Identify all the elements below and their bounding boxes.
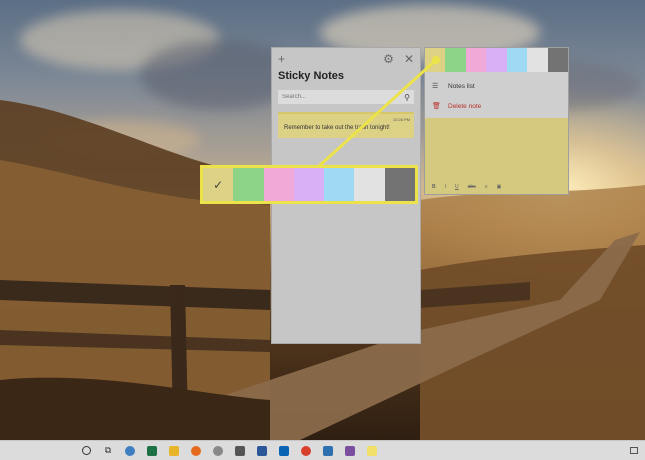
callout-swatch-blue	[324, 168, 355, 201]
app-title: Sticky Notes	[278, 70, 345, 82]
photos-icon[interactable]	[229, 442, 251, 460]
note-menu: ☰ Notes list 🗑 Delete note	[425, 72, 568, 118]
format-toolbar: B I U abc ≡ ▣	[425, 181, 568, 192]
firefox-icon[interactable]	[185, 442, 207, 460]
color-swatch-gray[interactable]	[527, 48, 548, 72]
bullets-icon[interactable]: ≡	[485, 184, 488, 190]
taskbar: ⧉	[0, 440, 645, 460]
menu-item-delete-note[interactable]: 🗑 Delete note	[425, 96, 568, 116]
strikethrough-icon[interactable]: abc	[468, 184, 476, 190]
callout-swatch-green	[233, 168, 264, 201]
sticky-note-window: ✓ ☰ Notes list 🗑 Delete note B I U abc ≡…	[424, 47, 569, 195]
sticky-notes-icon[interactable]	[361, 442, 383, 460]
color-callout: ✓	[200, 165, 418, 204]
note-timestamp: 10:28 PM	[392, 117, 410, 122]
color-swatch-charcoal[interactable]	[547, 48, 568, 72]
cortana-icon[interactable]	[75, 442, 97, 460]
color-picker-row: ✓	[425, 48, 568, 72]
chrome-icon[interactable]	[295, 442, 317, 460]
menu-item-label: Delete note	[448, 102, 482, 110]
search-icon[interactable]: ⚲	[404, 93, 410, 102]
color-swatch-blue[interactable]	[506, 48, 528, 72]
check-icon: ✓	[431, 54, 439, 65]
callout-swatch-pink	[263, 168, 294, 201]
callout-swatch-gray	[354, 168, 385, 201]
check-icon: ✓	[213, 177, 224, 192]
image-icon[interactable]: ▣	[497, 184, 502, 190]
gear-icon[interactable]: ⚙	[383, 52, 394, 66]
callout-swatch-charcoal	[384, 168, 415, 201]
word-icon[interactable]	[251, 442, 273, 460]
color-swatch-pink[interactable]	[465, 48, 487, 72]
outlook-icon[interactable]	[273, 442, 295, 460]
task-view-icon[interactable]: ⧉	[97, 442, 119, 460]
underline-icon[interactable]: U	[455, 184, 459, 190]
callout-swatch-purple	[293, 168, 325, 201]
media-player-icon[interactable]	[207, 442, 229, 460]
bold-icon[interactable]: B	[432, 184, 436, 190]
security-icon[interactable]	[317, 442, 339, 460]
color-swatch-yellow[interactable]: ✓	[425, 48, 446, 72]
note-preview-text: Remember to take out the trash tonight!	[284, 125, 390, 131]
notification-icon[interactable]	[623, 442, 645, 460]
menu-item-notes-list[interactable]: ☰ Notes list	[425, 76, 568, 96]
plus-icon[interactable]: +	[278, 52, 285, 66]
italic-icon[interactable]: I	[445, 184, 446, 190]
notes-title-bar: + ⚙ ✕	[272, 48, 420, 70]
search-input[interactable]	[282, 94, 392, 100]
edge-icon[interactable]	[119, 442, 141, 460]
note-card[interactable]: 10:28 PM Remember to take out the trash …	[278, 112, 414, 138]
excel-icon[interactable]	[141, 442, 163, 460]
file-explorer-icon[interactable]	[163, 442, 185, 460]
callout-swatch-yellow: ✓	[203, 168, 234, 201]
color-swatch-purple[interactable]	[486, 48, 507, 72]
close-icon[interactable]: ✕	[404, 52, 414, 66]
note-body[interactable]	[425, 118, 568, 181]
search-box[interactable]: ⚲	[278, 90, 414, 104]
onenote-icon[interactable]	[339, 442, 361, 460]
menu-item-label: Notes list	[448, 82, 475, 90]
color-swatch-green[interactable]	[445, 48, 466, 72]
trash-icon: 🗑	[432, 103, 441, 110]
list-icon: ☰	[432, 83, 439, 90]
